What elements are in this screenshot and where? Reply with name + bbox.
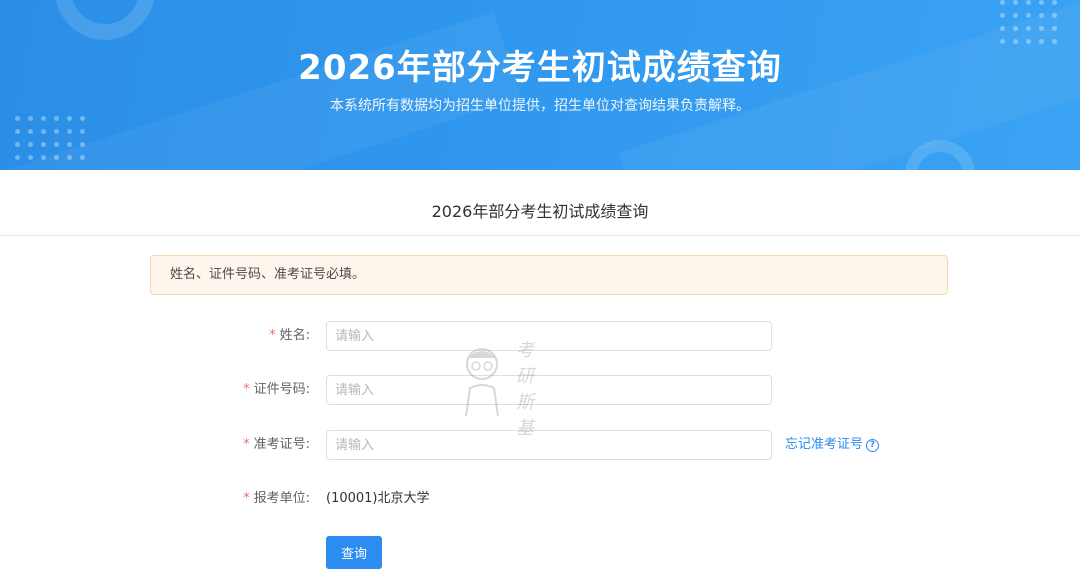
watermark: 考研斯基 xyxy=(460,338,550,448)
required-mark: * xyxy=(243,437,250,452)
form-row-id-number: * 证件号码: xyxy=(150,375,950,405)
banner-dots-decoration xyxy=(15,116,85,160)
page-title: 2026年部分考生初试成绩查询 xyxy=(431,202,649,221)
banner-subtitle: 本系统所有数据均为招生单位提供，招生单位对查询结果负责解释。 xyxy=(330,98,750,114)
unit-value: (10001)北京大学 xyxy=(326,491,430,506)
banner-title: 2026年部分考生初试成绩查询 xyxy=(298,48,782,88)
required-mark: * xyxy=(243,491,250,506)
forgot-exam-number-link[interactable]: 忘记准考证号 ? xyxy=(785,430,880,460)
question-circle-icon: ? xyxy=(866,438,880,452)
query-button[interactable]: 查询 xyxy=(326,536,382,569)
form-row-exam-number: *准考证号: 忘记准考证号 ? xyxy=(150,430,950,460)
divider xyxy=(0,235,1080,236)
banner-dots-decoration xyxy=(1000,0,1057,44)
required-fields-alert: 姓名、证件号码、准考证号必填。 xyxy=(150,255,948,295)
required-mark: * xyxy=(269,328,276,343)
unit-label: * 报考单位: xyxy=(243,491,310,506)
watermark-avatar-icon xyxy=(465,348,499,417)
form-row-unit: * 报考单位: (10001)北京大学 xyxy=(150,484,950,514)
banner-ring-decoration xyxy=(55,0,155,40)
form-row-name: * 姓名: xyxy=(150,321,950,351)
required-mark: * xyxy=(243,382,250,397)
name-label: * 姓名: xyxy=(269,328,310,343)
exam-number-label: * 准考证号: xyxy=(243,437,310,452)
watermark-text: 考研斯基 xyxy=(516,340,534,439)
id-number-label: * 证件号码: xyxy=(243,382,310,397)
header-banner: 2026年部分考生初试成绩查询 本系统所有数据均为招生单位提供，招生单位对查询结… xyxy=(0,0,1080,170)
